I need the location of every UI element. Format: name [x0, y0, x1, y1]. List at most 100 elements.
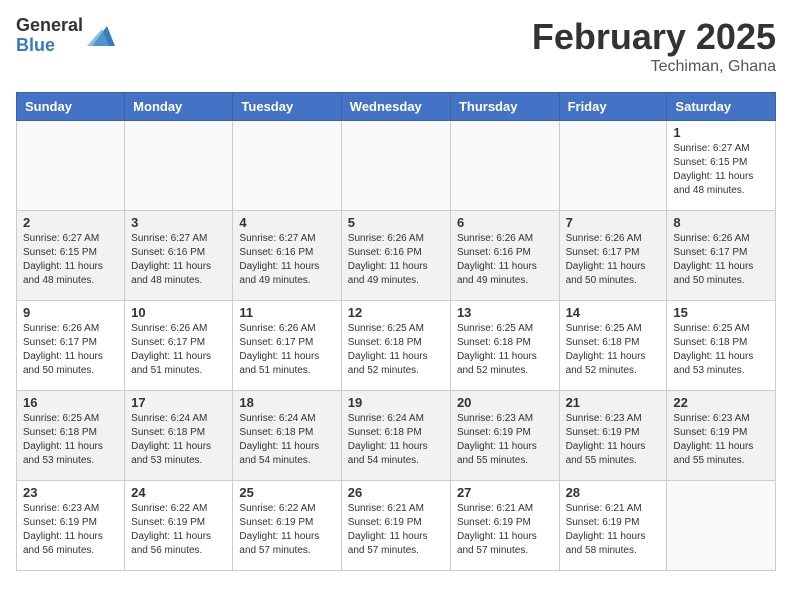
calendar-header-wednesday: Wednesday — [341, 93, 450, 121]
day-number: 18 — [239, 395, 334, 410]
month-title: February 2025 — [532, 16, 776, 58]
calendar-table: SundayMondayTuesdayWednesdayThursdayFrid… — [16, 92, 776, 571]
calendar-cell: 21 Sunrise: 6:23 AM Sunset: 6:19 PM Dayli… — [559, 391, 667, 481]
calendar-cell — [233, 121, 341, 211]
day-info: Sunrise: 6:21 AM Sunset: 6:19 PM Dayligh… — [566, 502, 661, 558]
title-block: February 2025 Techiman, Ghana — [532, 16, 776, 76]
calendar-cell: 18 Sunrise: 6:24 AM Sunset: 6:18 PM Dayli… — [233, 391, 341, 481]
day-info: Sunrise: 6:21 AM Sunset: 6:19 PM Dayligh… — [457, 502, 553, 558]
day-number: 22 — [673, 395, 769, 410]
calendar-header-sunday: Sunday — [17, 93, 125, 121]
calendar-cell: 24 Sunrise: 6:22 AM Sunset: 6:19 PM Dayli… — [125, 481, 233, 571]
calendar-cell: 15Sunrise: 6:25 AM Sunset: 6:18 PM Dayli… — [667, 301, 776, 391]
day-info: Sunrise: 6:24 AM Sunset: 6:18 PM Dayligh… — [131, 412, 226, 468]
day-info: Sunrise: 6:23 AM Sunset: 6:19 PM Dayligh… — [23, 502, 118, 558]
day-info: Sunrise: 6:25 AM Sunset: 6:18 PM Dayligh… — [566, 322, 661, 378]
day-number: 6 — [457, 215, 553, 230]
day-info: Sunrise: 6:26 AM Sunset: 6:17 PM Dayligh… — [239, 322, 334, 378]
calendar-cell — [450, 121, 559, 211]
calendar-cell: 9 Sunrise: 6:26 AM Sunset: 6:17 PM Daylig… — [17, 301, 125, 391]
calendar-header-thursday: Thursday — [450, 93, 559, 121]
day-number: 28 — [566, 485, 661, 500]
day-info: Sunrise: 6:26 AM Sunset: 6:17 PM Dayligh… — [23, 322, 118, 378]
day-info: Sunrise: 6:27 AM Sunset: 6:15 PM Dayligh… — [23, 232, 118, 288]
day-number: 4 — [239, 215, 334, 230]
day-info: Sunrise: 6:26 AM Sunset: 6:17 PM Dayligh… — [131, 322, 226, 378]
day-info: Sunrise: 6:26 AM Sunset: 6:17 PM Dayligh… — [566, 232, 661, 288]
day-info: Sunrise: 6:27 AM Sunset: 6:16 PM Dayligh… — [239, 232, 334, 288]
calendar-cell: 22 Sunrise: 6:23 AM Sunset: 6:19 PM Dayli… — [667, 391, 776, 481]
day-number: 1 — [673, 125, 769, 140]
calendar-cell — [559, 121, 667, 211]
day-info: Sunrise: 6:21 AM Sunset: 6:19 PM Dayligh… — [348, 502, 444, 558]
calendar-header-tuesday: Tuesday — [233, 93, 341, 121]
calendar-cell: 25 Sunrise: 6:22 AM Sunset: 6:19 PM Dayli… — [233, 481, 341, 571]
day-info: Sunrise: 6:25 AM Sunset: 6:18 PM Dayligh… — [23, 412, 118, 468]
day-number: 21 — [566, 395, 661, 410]
day-number: 9 — [23, 305, 118, 320]
calendar-cell: 20 Sunrise: 6:23 AM Sunset: 6:19 PM Dayli… — [450, 391, 559, 481]
calendar-cell: 7Sunrise: 6:26 AM Sunset: 6:17 PM Daylig… — [559, 211, 667, 301]
day-number: 17 — [131, 395, 226, 410]
day-number: 12 — [348, 305, 444, 320]
day-info: Sunrise: 6:27 AM Sunset: 6:15 PM Dayligh… — [673, 142, 769, 198]
day-number: 26 — [348, 485, 444, 500]
calendar-cell: 8 Sunrise: 6:26 AM Sunset: 6:17 PM Daylig… — [667, 211, 776, 301]
day-info: Sunrise: 6:22 AM Sunset: 6:19 PM Dayligh… — [131, 502, 226, 558]
calendar-cell: 19 Sunrise: 6:24 AM Sunset: 6:18 PM Dayli… — [341, 391, 450, 481]
calendar-cell — [125, 121, 233, 211]
day-number: 11 — [239, 305, 334, 320]
calendar-week-row: 16 Sunrise: 6:25 AM Sunset: 6:18 PM Dayli… — [17, 391, 776, 481]
calendar-cell: 23 Sunrise: 6:23 AM Sunset: 6:19 PM Dayli… — [17, 481, 125, 571]
page-header: General Blue February 2025 Techiman, Gha… — [16, 16, 776, 76]
day-number: 16 — [23, 395, 118, 410]
day-info: Sunrise: 6:25 AM Sunset: 6:18 PM Dayligh… — [457, 322, 553, 378]
day-info: Sunrise: 6:25 AM Sunset: 6:18 PM Dayligh… — [673, 322, 769, 378]
day-info: Sunrise: 6:24 AM Sunset: 6:18 PM Dayligh… — [239, 412, 334, 468]
day-info: Sunrise: 6:23 AM Sunset: 6:19 PM Dayligh… — [457, 412, 553, 468]
calendar-cell: 14 Sunrise: 6:25 AM Sunset: 6:18 PM Dayli… — [559, 301, 667, 391]
day-info: Sunrise: 6:27 AM Sunset: 6:16 PM Dayligh… — [131, 232, 226, 288]
logo-general-text: General — [16, 16, 83, 36]
day-number: 23 — [23, 485, 118, 500]
location: Techiman, Ghana — [532, 58, 776, 76]
day-number: 27 — [457, 485, 553, 500]
calendar-cell: 12 Sunrise: 6:25 AM Sunset: 6:18 PM Dayli… — [341, 301, 450, 391]
calendar-header-row: SundayMondayTuesdayWednesdayThursdayFrid… — [17, 93, 776, 121]
day-number: 20 — [457, 395, 553, 410]
calendar-cell: 5Sunrise: 6:26 AM Sunset: 6:16 PM Daylig… — [341, 211, 450, 301]
calendar-header-monday: Monday — [125, 93, 233, 121]
calendar-cell: 27 Sunrise: 6:21 AM Sunset: 6:19 PM Dayli… — [450, 481, 559, 571]
day-info: Sunrise: 6:24 AM Sunset: 6:18 PM Dayligh… — [348, 412, 444, 468]
day-number: 10 — [131, 305, 226, 320]
day-info: Sunrise: 6:22 AM Sunset: 6:19 PM Dayligh… — [239, 502, 334, 558]
day-info: Sunrise: 6:23 AM Sunset: 6:19 PM Dayligh… — [566, 412, 661, 468]
calendar-week-row: 9 Sunrise: 6:26 AM Sunset: 6:17 PM Daylig… — [17, 301, 776, 391]
day-number: 3 — [131, 215, 226, 230]
calendar-cell: 28 Sunrise: 6:21 AM Sunset: 6:19 PM Dayli… — [559, 481, 667, 571]
day-number: 8 — [673, 215, 769, 230]
calendar-cell: 13 Sunrise: 6:25 AM Sunset: 6:18 PM Dayli… — [450, 301, 559, 391]
day-number: 14 — [566, 305, 661, 320]
calendar-cell: 6 Sunrise: 6:26 AM Sunset: 6:16 PM Daylig… — [450, 211, 559, 301]
day-info: Sunrise: 6:26 AM Sunset: 6:17 PM Dayligh… — [673, 232, 769, 288]
day-number: 13 — [457, 305, 553, 320]
day-info: Sunrise: 6:23 AM Sunset: 6:19 PM Dayligh… — [673, 412, 769, 468]
logo-blue-text: Blue — [16, 36, 83, 56]
calendar-header-saturday: Saturday — [667, 93, 776, 121]
calendar-cell — [17, 121, 125, 211]
calendar-cell: 10 Sunrise: 6:26 AM Sunset: 6:17 PM Dayli… — [125, 301, 233, 391]
day-info: Sunrise: 6:25 AM Sunset: 6:18 PM Dayligh… — [348, 322, 444, 378]
calendar-week-row: 2Sunrise: 6:27 AM Sunset: 6:15 PM Daylig… — [17, 211, 776, 301]
calendar-cell — [341, 121, 450, 211]
calendar-cell: 26 Sunrise: 6:21 AM Sunset: 6:19 PM Dayli… — [341, 481, 450, 571]
calendar-cell: 4 Sunrise: 6:27 AM Sunset: 6:16 PM Daylig… — [233, 211, 341, 301]
day-number: 19 — [348, 395, 444, 410]
day-number: 24 — [131, 485, 226, 500]
day-number: 25 — [239, 485, 334, 500]
calendar-cell: 16 Sunrise: 6:25 AM Sunset: 6:18 PM Dayli… — [17, 391, 125, 481]
calendar-cell: 11 Sunrise: 6:26 AM Sunset: 6:17 PM Dayli… — [233, 301, 341, 391]
calendar-week-row: 1 Sunrise: 6:27 AM Sunset: 6:15 PM Daylig… — [17, 121, 776, 211]
calendar-cell: 17 Sunrise: 6:24 AM Sunset: 6:18 PM Dayli… — [125, 391, 233, 481]
day-info: Sunrise: 6:26 AM Sunset: 6:16 PM Dayligh… — [457, 232, 553, 288]
